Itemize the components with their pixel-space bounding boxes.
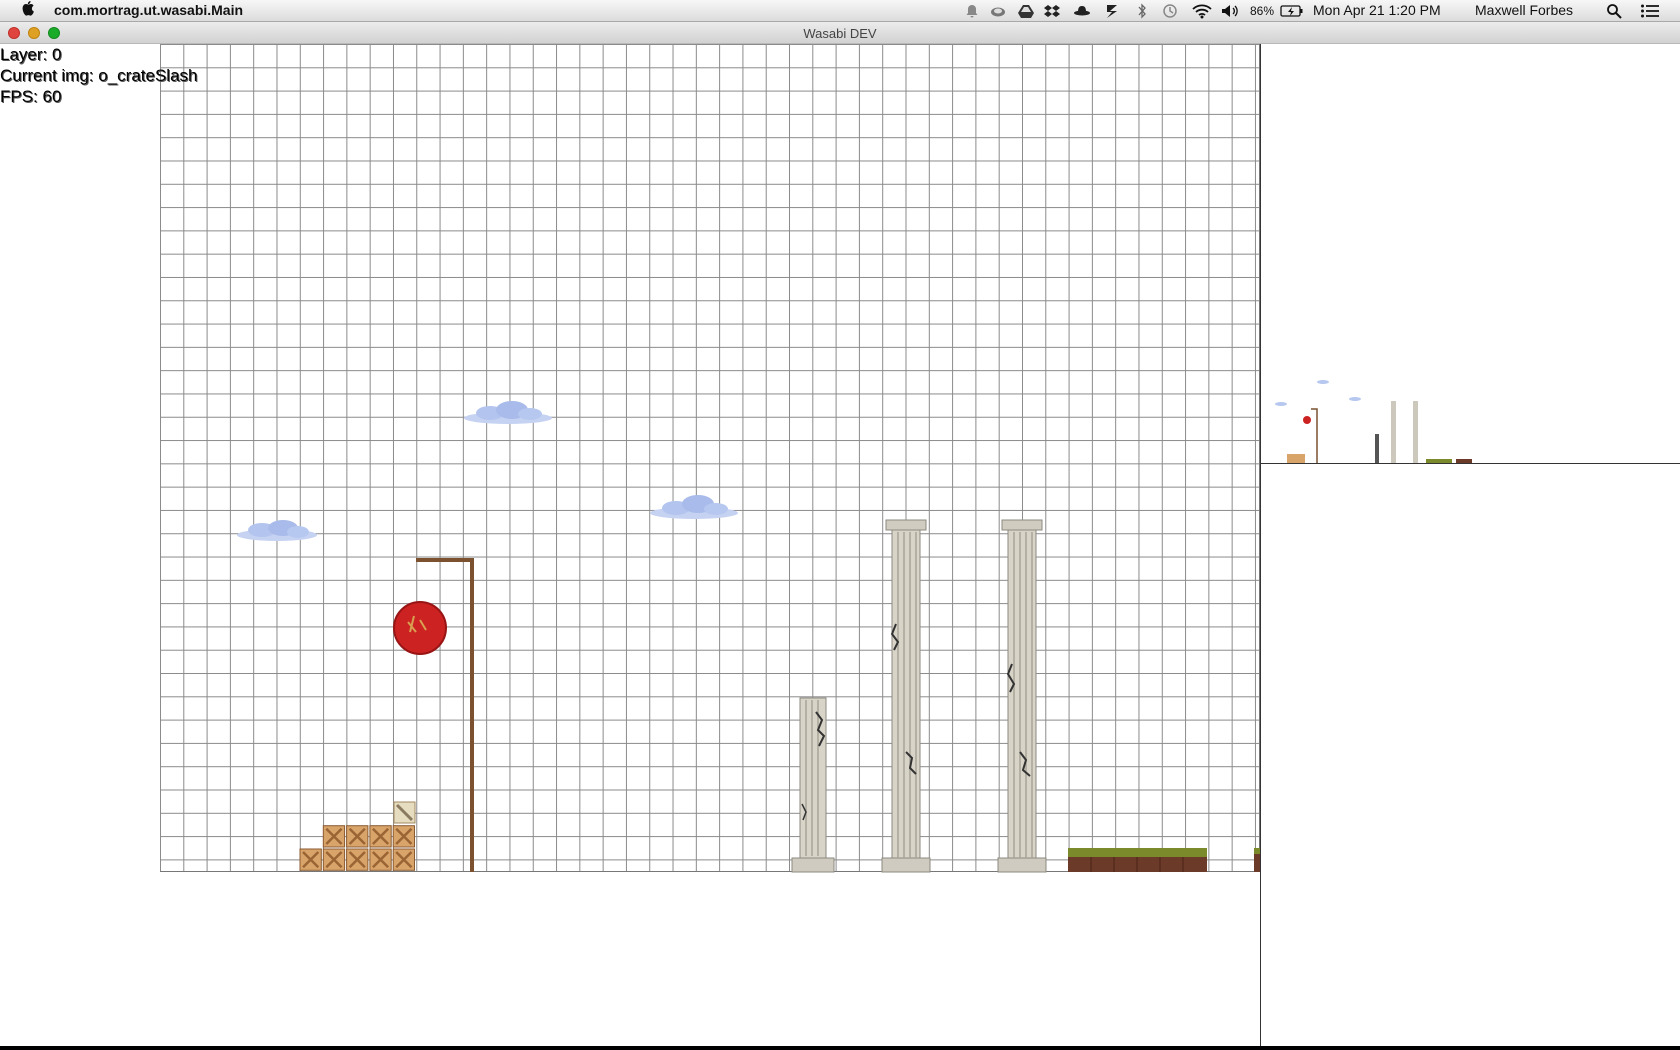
player-ball[interactable] xyxy=(393,601,447,655)
level-sprites xyxy=(237,401,1260,873)
wifi-icon[interactable] xyxy=(1192,3,1212,19)
cloud[interactable] xyxy=(650,495,738,519)
menu-bar: com.mortrag.ut.wasabi.Main 86% Mon Apr 2… xyxy=(0,0,1680,22)
column-tall[interactable] xyxy=(881,519,931,873)
minimap[interactable] xyxy=(1261,44,1680,463)
list-icon[interactable] xyxy=(1640,3,1660,19)
apple-icon[interactable] xyxy=(20,0,36,20)
cloud[interactable] xyxy=(237,520,317,541)
app-menu-title[interactable]: com.mortrag.ut.wasabi.Main xyxy=(54,2,243,18)
drive-icon[interactable] xyxy=(1018,3,1034,19)
game-canvas[interactable]: Layer: 0 Current img: o_crateSlash FPS: … xyxy=(0,44,1680,1046)
minimap-cloud xyxy=(1275,402,1287,406)
minimap-cloud xyxy=(1349,397,1361,401)
hat-icon[interactable] xyxy=(1074,3,1090,19)
bluetooth-icon[interactable] xyxy=(1134,3,1150,19)
current-img-label: Current img: o_crateSlash xyxy=(0,66,198,85)
time-machine-icon[interactable] xyxy=(1162,3,1178,19)
window-title-bar: Wasabi DEV xyxy=(0,22,1680,44)
user-name[interactable]: Maxwell Forbes xyxy=(1475,2,1573,18)
panel-divider xyxy=(1260,44,1261,1046)
window-bottom-edge xyxy=(0,1046,1680,1050)
cloud[interactable] xyxy=(464,401,552,424)
notification-icon[interactable] xyxy=(964,3,980,19)
fps-label: FPS: 60 xyxy=(0,87,62,106)
battery-percent[interactable]: 86% xyxy=(1250,4,1274,18)
spotlight-icon[interactable] xyxy=(1606,3,1622,19)
minimap-crates xyxy=(1287,454,1305,463)
minimap-divider xyxy=(1260,463,1680,464)
column-tall[interactable] xyxy=(997,519,1047,873)
minimap-ball xyxy=(1303,416,1311,424)
minimap-column xyxy=(1413,401,1418,463)
clock[interactable]: Mon Apr 21 1:20 PM xyxy=(1313,2,1441,18)
cloud-icon[interactable] xyxy=(990,3,1006,19)
battery-icon[interactable] xyxy=(1280,3,1304,19)
minimap-cloud xyxy=(1317,380,1329,384)
debug-hud: Layer: 0 Current img: o_crateSlash FPS: … xyxy=(0,44,197,107)
column-short[interactable] xyxy=(791,697,835,873)
minimap-column xyxy=(1391,401,1396,463)
window-title: Wasabi DEV xyxy=(803,26,877,41)
volume-icon[interactable] xyxy=(1220,3,1240,19)
layer-label: Layer: 0 xyxy=(0,45,62,64)
dropbox-icon[interactable] xyxy=(1044,3,1060,19)
crate-stack[interactable] xyxy=(299,801,416,871)
bolt-icon[interactable] xyxy=(1104,3,1120,19)
minimap-column xyxy=(1375,434,1379,463)
grass-platform[interactable] xyxy=(1068,848,1207,872)
minimap-pole xyxy=(1311,408,1318,463)
